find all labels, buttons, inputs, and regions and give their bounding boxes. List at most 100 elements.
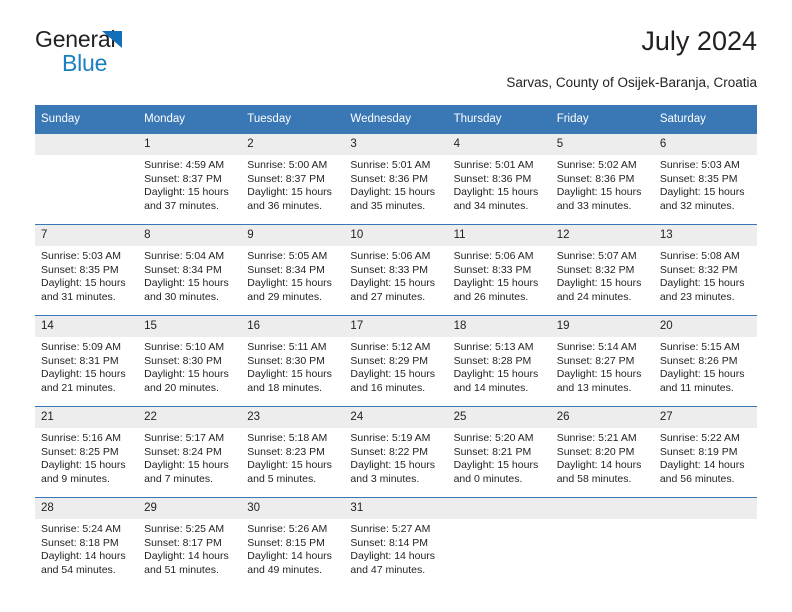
day-details: [448, 519, 551, 523]
day-details: Sunrise: 4:59 AM Sunset: 8:37 PM Dayligh…: [138, 155, 241, 213]
day-cell[interactable]: 20 Sunrise: 5:15 AM Sunset: 8:26 PM Dayl…: [653, 315, 757, 407]
day-cell[interactable]: 17 Sunrise: 5:12 AM Sunset: 8:29 PM Dayl…: [344, 315, 448, 407]
page-subtitle: Sarvas, County of Osijek-Baranja, Croati…: [506, 75, 757, 90]
daylight-text-line2: and 24 minutes.: [556, 290, 632, 303]
daylight-text-line2: and 58 minutes.: [556, 472, 632, 485]
day-details: [551, 519, 654, 523]
daylight-text-line2: and 20 minutes.: [144, 381, 219, 394]
sunset-text: Sunset: 8:30 PM: [144, 354, 222, 367]
weekday-header-monday: Monday: [138, 105, 242, 134]
day-number: 23: [241, 407, 345, 428]
daylight-text-line2: and 5 minutes.: [247, 472, 317, 485]
day-cell[interactable]: 8 Sunrise: 5:04 AM Sunset: 8:34 PM Dayli…: [138, 224, 242, 316]
day-cell[interactable]: 9 Sunrise: 5:05 AM Sunset: 8:34 PM Dayli…: [241, 224, 345, 316]
daylight-text-line1: Daylight: 15 hours: [247, 277, 332, 290]
day-cell[interactable]: 6 Sunrise: 5:03 AM Sunset: 8:35 PM Dayli…: [653, 133, 757, 225]
sunset-text: Sunset: 8:33 PM: [453, 263, 532, 276]
sunrise-text: Sunrise: 5:15 AM: [659, 341, 740, 353]
daylight-text-line1: Daylight: 15 hours: [247, 186, 332, 199]
sunset-text: Sunset: 8:36 PM: [453, 172, 532, 185]
day-cell[interactable]: 1 Sunrise: 4:59 AM Sunset: 8:37 PM Dayli…: [138, 133, 242, 225]
day-cell[interactable]: 29 Sunrise: 5:25 AM Sunset: 8:17 PM Dayl…: [138, 497, 242, 588]
day-cell[interactable]: 10 Sunrise: 5:06 AM Sunset: 8:33 PM Dayl…: [344, 224, 448, 316]
daylight-text-line1: Daylight: 15 hours: [659, 368, 745, 381]
day-details: Sunrise: 5:25 AM Sunset: 8:17 PM Dayligh…: [138, 519, 241, 577]
daylight-text-line1: Daylight: 15 hours: [556, 186, 642, 199]
sunset-text: Sunset: 8:36 PM: [556, 172, 635, 185]
day-cell[interactable]: 21 Sunrise: 5:16 AM Sunset: 8:25 PM Dayl…: [35, 406, 139, 498]
day-cell[interactable]: [447, 497, 551, 588]
day-cell[interactable]: 16 Sunrise: 5:11 AM Sunset: 8:30 PM Dayl…: [241, 315, 345, 407]
day-cell[interactable]: 30 Sunrise: 5:26 AM Sunset: 8:15 PM Dayl…: [241, 497, 345, 588]
day-cell[interactable]: 18 Sunrise: 5:13 AM Sunset: 8:28 PM Dayl…: [447, 315, 551, 407]
day-number: 9: [241, 225, 345, 246]
day-cell[interactable]: 24 Sunrise: 5:19 AM Sunset: 8:22 PM Dayl…: [344, 406, 448, 498]
day-number: 22: [138, 407, 242, 428]
sunrise-text: Sunrise: 5:22 AM: [659, 432, 740, 444]
day-details: Sunrise: 5:08 AM Sunset: 8:32 PM Dayligh…: [654, 246, 757, 304]
daylight-text-line1: Daylight: 15 hours: [350, 186, 436, 199]
weekday-header-row: Sunday Monday Tuesday Wednesday Thursday…: [35, 105, 757, 134]
day-cell[interactable]: 19 Sunrise: 5:14 AM Sunset: 8:27 PM Dayl…: [550, 315, 654, 407]
daylight-text-line2: and 23 minutes.: [659, 290, 735, 303]
daylight-text-line1: Daylight: 14 hours: [247, 550, 332, 563]
sunrise-text: Sunrise: 5:25 AM: [144, 523, 225, 535]
day-cell[interactable]: 22 Sunrise: 5:17 AM Sunset: 8:24 PM Dayl…: [138, 406, 242, 498]
sunset-text: Sunset: 8:18 PM: [41, 536, 119, 549]
day-cell[interactable]: 25 Sunrise: 5:20 AM Sunset: 8:21 PM Dayl…: [447, 406, 551, 498]
daylight-text-line2: and 30 minutes.: [144, 290, 219, 303]
week-row: 28 Sunrise: 5:24 AM Sunset: 8:18 PM Dayl…: [35, 497, 757, 588]
day-cell[interactable]: 15 Sunrise: 5:10 AM Sunset: 8:30 PM Dayl…: [138, 315, 242, 407]
day-number: 18: [447, 316, 551, 337]
day-cell[interactable]: 14 Sunrise: 5:09 AM Sunset: 8:31 PM Dayl…: [35, 315, 139, 407]
day-cell[interactable]: [550, 497, 654, 588]
logo-text-blue: Blue: [62, 50, 108, 76]
day-details: Sunrise: 5:15 AM Sunset: 8:26 PM Dayligh…: [654, 337, 757, 395]
day-cell[interactable]: 7 Sunrise: 5:03 AM Sunset: 8:35 PM Dayli…: [35, 224, 139, 316]
day-cell[interactable]: 23 Sunrise: 5:18 AM Sunset: 8:23 PM Dayl…: [241, 406, 345, 498]
daylight-text-line1: Daylight: 15 hours: [453, 277, 539, 290]
day-cell[interactable]: 28 Sunrise: 5:24 AM Sunset: 8:18 PM Dayl…: [35, 497, 139, 588]
day-number: 17: [344, 316, 448, 337]
sunrise-text: Sunrise: 5:19 AM: [350, 432, 431, 444]
day-cell[interactable]: 27 Sunrise: 5:22 AM Sunset: 8:19 PM Dayl…: [653, 406, 757, 498]
day-cell[interactable]: 11 Sunrise: 5:06 AM Sunset: 8:33 PM Dayl…: [447, 224, 551, 316]
daylight-text-line2: and 32 minutes.: [659, 199, 735, 212]
day-number: 31: [344, 498, 448, 519]
day-number: 2: [241, 134, 345, 155]
day-details: Sunrise: 5:12 AM Sunset: 8:29 PM Dayligh…: [344, 337, 447, 395]
day-details: Sunrise: 5:26 AM Sunset: 8:15 PM Dayligh…: [241, 519, 344, 577]
week-row: 21 Sunrise: 5:16 AM Sunset: 8:25 PM Dayl…: [35, 406, 757, 498]
sunset-text: Sunset: 8:35 PM: [41, 263, 119, 276]
sunset-text: Sunset: 8:26 PM: [659, 354, 738, 367]
day-cell[interactable]: 4 Sunrise: 5:01 AM Sunset: 8:36 PM Dayli…: [447, 133, 551, 225]
day-details: [654, 519, 757, 523]
sunrise-text: Sunrise: 5:18 AM: [247, 432, 328, 444]
day-cell[interactable]: [35, 133, 139, 225]
daylight-text-line1: Daylight: 15 hours: [144, 459, 229, 472]
daylight-text-line2: and 29 minutes.: [247, 290, 322, 303]
sunrise-text: Sunrise: 5:03 AM: [659, 159, 740, 171]
sunset-text: Sunset: 8:27 PM: [556, 354, 635, 367]
daylight-text-line1: Daylight: 15 hours: [247, 368, 332, 381]
calendar-page: General Blue July 2024 Sarvas, County of…: [0, 0, 792, 612]
day-cell[interactable]: 5 Sunrise: 5:02 AM Sunset: 8:36 PM Dayli…: [550, 133, 654, 225]
day-cell[interactable]: 13 Sunrise: 5:08 AM Sunset: 8:32 PM Dayl…: [653, 224, 757, 316]
weekday-header-saturday: Saturday: [653, 105, 757, 134]
day-cell[interactable]: [653, 497, 757, 588]
day-cell[interactable]: 26 Sunrise: 5:21 AM Sunset: 8:20 PM Dayl…: [550, 406, 654, 498]
day-details: Sunrise: 5:02 AM Sunset: 8:36 PM Dayligh…: [551, 155, 654, 213]
day-details: Sunrise: 5:14 AM Sunset: 8:27 PM Dayligh…: [551, 337, 654, 395]
day-number: 1: [138, 134, 242, 155]
daylight-text-line2: and 35 minutes.: [350, 199, 426, 212]
day-cell[interactable]: 31 Sunrise: 5:27 AM Sunset: 8:14 PM Dayl…: [344, 497, 448, 588]
day-cell[interactable]: 12 Sunrise: 5:07 AM Sunset: 8:32 PM Dayl…: [550, 224, 654, 316]
day-number: 13: [653, 225, 757, 246]
day-cell[interactable]: 3 Sunrise: 5:01 AM Sunset: 8:36 PM Dayli…: [344, 133, 448, 225]
daylight-text-line1: Daylight: 14 hours: [144, 550, 229, 563]
day-cell[interactable]: 2 Sunrise: 5:00 AM Sunset: 8:37 PM Dayli…: [241, 133, 345, 225]
daylight-text-line1: Daylight: 15 hours: [247, 459, 332, 472]
day-number: 3: [344, 134, 448, 155]
daylight-text-line1: Daylight: 15 hours: [659, 186, 745, 199]
day-number: 21: [35, 407, 139, 428]
